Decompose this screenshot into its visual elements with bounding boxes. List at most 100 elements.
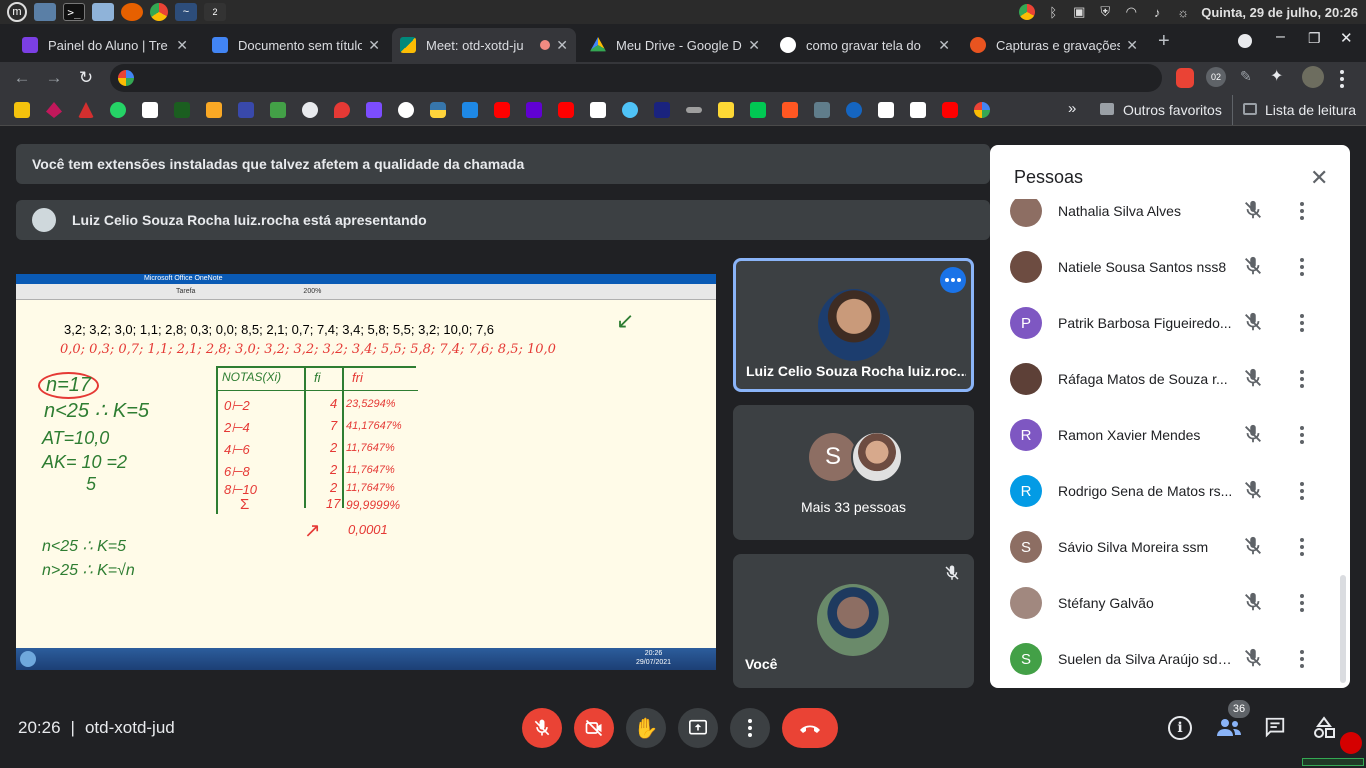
participant-row[interactable]: P Patrik Barbosa Figueiredo... [990, 295, 1350, 351]
tab-meet[interactable]: Meet: otd-xotd-ju ✕ [392, 28, 576, 62]
people-scrollbar[interactable] [1340, 575, 1346, 683]
puzzle-icon[interactable]: ✦ [1270, 66, 1283, 86]
participant-row[interactable]: S Sávio Silva Moreira ssm [990, 519, 1350, 575]
activities-button[interactable] [1312, 716, 1336, 740]
people-list[interactable]: Nathalia Silva Alves Natiele Sousa Santos… [990, 199, 1350, 688]
bookmark-s-icon[interactable] [206, 102, 222, 118]
shield-icon[interactable]: ⛨ [1097, 4, 1113, 20]
menu-icon[interactable]: m [7, 2, 27, 22]
extension-badge-icon[interactable]: 02 [1206, 67, 1226, 87]
bookmark-flag-icon[interactable] [366, 102, 382, 118]
close-icon[interactable]: ✕ [748, 37, 760, 54]
people-button[interactable] [1216, 716, 1242, 740]
brightness-icon[interactable]: ☼ [1175, 4, 1191, 20]
meeting-details-icon[interactable]: i [1168, 716, 1192, 740]
os-clock[interactable]: Quinta, 29 de julho, 20:26 [1201, 5, 1358, 20]
participant-row[interactable]: R Rodrigo Sena de Matos rs... [990, 463, 1350, 519]
wifi-icon[interactable]: ◠ [1123, 4, 1139, 20]
bookmark-youtube-icon[interactable] [942, 102, 958, 118]
pen-extension-icon[interactable]: ✎ [1240, 68, 1252, 85]
onenote-toolbar[interactable]: Tarefa 200% [16, 284, 716, 300]
bookmark-cisco-icon[interactable] [686, 107, 702, 113]
desktop-icon[interactable] [34, 3, 56, 21]
bookmark-bb-icon[interactable] [14, 102, 30, 118]
tab-drive[interactable]: Meu Drive - Google D ✕ [582, 28, 768, 62]
firefox-icon[interactable] [121, 3, 143, 21]
start-icon[interactable] [20, 651, 36, 667]
chat-button[interactable] [1264, 716, 1286, 738]
camera-toggle-button[interactable] [574, 708, 614, 748]
bookmark-grid-icon[interactable] [270, 102, 286, 118]
others-tile[interactable]: S Mais 33 pessoas [733, 405, 974, 540]
participant-row[interactable]: Stéfany Galvão [990, 575, 1350, 631]
reading-list[interactable]: Lista de leitura [1265, 102, 1356, 118]
bluetooth-icon[interactable]: ᛒ [1045, 4, 1061, 20]
chrome-icon[interactable] [150, 3, 168, 21]
participant-menu-button[interactable] [1292, 591, 1312, 615]
presenter-tile[interactable]: Luiz Celio Souza Rocha luiz.roc... [733, 258, 974, 392]
leave-call-button[interactable] [782, 708, 838, 748]
bookmark-circle-icon[interactable] [846, 102, 862, 118]
more-options-button[interactable] [730, 708, 770, 748]
participant-menu-button[interactable] [1292, 199, 1312, 223]
tab-capturas[interactable]: Capturas e gravações ✕ [962, 28, 1146, 62]
shared-screen[interactable]: Microsoft Office OneNote Tarefa 200% 3,2… [16, 274, 716, 670]
participant-menu-button[interactable] [1292, 479, 1312, 503]
close-icon[interactable]: ✕ [556, 37, 568, 54]
bookmark-yahoo-icon[interactable] [526, 102, 542, 118]
raise-hand-button[interactable]: ✋ [626, 708, 666, 748]
close-icon[interactable]: ✕ [176, 37, 188, 54]
bookmark-gov-icon[interactable] [654, 102, 670, 118]
reload-icon[interactable]: ↻ [74, 66, 98, 90]
onenote-zoom[interactable]: 200% [303, 288, 321, 295]
bookmark-youtube-icon[interactable] [494, 102, 510, 118]
bookmark-ship-icon[interactable] [462, 102, 478, 118]
bookmark-blogger-icon[interactable] [782, 102, 798, 118]
participant-menu-button[interactable] [1292, 367, 1312, 391]
more-bookmarks-icon[interactable]: » [1068, 100, 1076, 117]
bookmark-s-green-icon[interactable] [750, 102, 766, 118]
bookmark-youtube-icon[interactable] [558, 102, 574, 118]
new-tab-button[interactable]: + [1158, 30, 1170, 53]
bookmark-drop-icon[interactable] [334, 102, 350, 118]
bookmark-p-icon[interactable] [910, 102, 926, 118]
bookmark-arrow-icon[interactable] [46, 102, 62, 118]
back-icon[interactable]: ← [10, 66, 34, 90]
bookmark-globe-icon[interactable] [302, 102, 318, 118]
present-button[interactable] [678, 708, 718, 748]
address-bar[interactable] [110, 64, 1162, 92]
close-panel-button[interactable]: ✕ [1310, 165, 1328, 191]
bookmark-drop-blue-icon[interactable] [622, 102, 638, 118]
bookmark-image-icon[interactable] [718, 102, 734, 118]
profile-avatar[interactable] [1302, 66, 1324, 88]
tab-documento[interactable]: Documento sem título ✕ [204, 28, 388, 62]
bookmark-whatsapp-icon[interactable] [110, 102, 126, 118]
close-icon[interactable]: ✕ [1126, 37, 1138, 54]
bookmark-w-icon[interactable] [174, 102, 190, 118]
participant-row[interactable]: Ráfaga Matos de Souza r... [990, 351, 1350, 407]
participant-menu-button[interactable] [1292, 255, 1312, 279]
participant-menu-button[interactable] [1292, 311, 1312, 335]
close-icon[interactable]: ✕ [368, 37, 380, 54]
browser-menu-icon[interactable] [1340, 66, 1344, 88]
extension-hand-icon[interactable] [1176, 68, 1194, 88]
bookmark-d-icon[interactable] [878, 102, 894, 118]
participant-row[interactable]: R Ramon Xavier Mendes [990, 407, 1350, 463]
forward-icon[interactable]: → [42, 66, 66, 90]
bookmark-s-box-icon[interactable] [590, 102, 606, 118]
tab-google-search[interactable]: como gravar tela do ✕ [772, 28, 958, 62]
chrome-tray-icon[interactable] [1019, 4, 1036, 20]
bookmark-triangle-icon[interactable] [78, 102, 94, 118]
bookmark-python-icon[interactable] [430, 102, 446, 118]
bookmark-box-icon[interactable] [142, 102, 158, 118]
participant-row[interactable]: Nathalia Silva Alves [990, 199, 1350, 239]
tile-options-button[interactable] [940, 267, 966, 293]
participant-menu-button[interactable] [1292, 423, 1312, 447]
participant-menu-button[interactable] [1292, 535, 1312, 559]
workspace-icon[interactable]: 2 [204, 3, 226, 21]
bookmark-google-icon[interactable] [974, 102, 990, 118]
clipboard-icon[interactable]: ▣ [1071, 4, 1087, 20]
self-tile[interactable]: Você [733, 554, 974, 688]
participant-menu-button[interactable] [1292, 647, 1312, 671]
participant-row[interactable]: Natiele Sousa Santos nss8 [990, 239, 1350, 295]
